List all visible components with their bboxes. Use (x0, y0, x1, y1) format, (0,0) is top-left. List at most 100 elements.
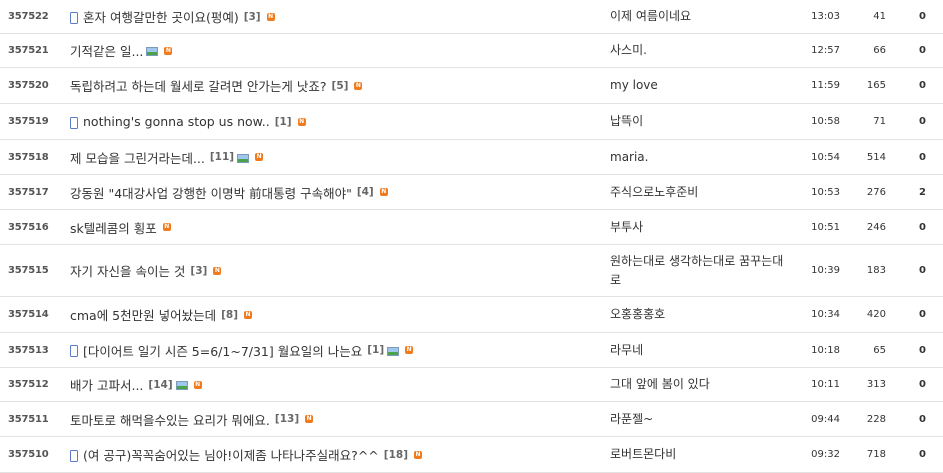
post-title-cell: 혼자 여행갈만한 곳이요(펑예) [3] N (70, 0, 595, 33)
comment-count[interactable]: [8] (221, 309, 238, 321)
post-time: 10:11 (811, 379, 840, 390)
mobile-phone-icon (70, 11, 78, 24)
recommend-count: 0 (919, 413, 926, 425)
view-count: 514 (866, 151, 886, 163)
view-count: 183 (866, 265, 886, 276)
post-writer[interactable]: maria. (610, 140, 790, 174)
post-row: 357513 [다이어트 일기 시즌 5=6/1~7/31] 월요일의 나는요 [1… (0, 333, 943, 368)
new-post-icon: N (405, 346, 414, 354)
new-post-icon: N (244, 310, 253, 319)
post-writer[interactable]: 납뜩이 (610, 104, 790, 139)
comment-count[interactable]: [1] (367, 344, 384, 356)
view-count: 718 (866, 449, 886, 460)
post-row: 357520 독립하려고 하는데 월세로 갈려면 안가는게 낫죠? [5] Nmy l… (0, 68, 943, 104)
post-number: 357512 (8, 379, 49, 390)
post-writer[interactable]: 원하는대로 생각하는대로 꿈꾸는대로 (610, 245, 790, 296)
post-writer[interactable]: my love (610, 68, 790, 103)
recommend-count: 0 (919, 151, 926, 163)
mobile-phone-icon (70, 345, 78, 357)
recommend-count: 0 (919, 11, 926, 22)
recommend-count: 0 (919, 309, 926, 320)
comment-count[interactable]: [13] (275, 413, 299, 425)
post-row: 357516 sk텔레콤의 횡포 N 부투사 10:51 246 0 (0, 210, 943, 245)
post-writer[interactable]: 이제 여름이네요 (610, 0, 790, 33)
post-title-cell: 제 모습을 그린거라는데... [11] N (70, 140, 595, 174)
new-post-icon: N (164, 46, 173, 55)
post-row: 357512 배가 고파서... [14] N 그대 앞에 봄이 있다 10:11 313 0 (0, 368, 943, 402)
new-post-icon: N (213, 266, 222, 275)
comment-count[interactable]: [11] (210, 151, 234, 163)
new-post-icon: N (414, 450, 422, 459)
comment-count[interactable]: [4] (357, 186, 374, 198)
post-number: 357510 (8, 449, 49, 460)
post-writer[interactable]: 오홍홍홍호 (610, 297, 790, 332)
post-title-link[interactable]: 자기 자신을 속이는 것 (70, 261, 185, 280)
image-attachment-icon (387, 346, 400, 356)
post-title-link[interactable]: 토마토로 해먹을수있는 요리가 뭐에요. (70, 410, 270, 429)
recommend-count: 0 (919, 449, 926, 460)
post-row: 357521 기적같은 일... N 사스미. 12:57 66 0 (0, 34, 943, 68)
new-post-icon: N (162, 223, 171, 231)
comment-count[interactable]: [18] (384, 449, 408, 461)
post-writer[interactable]: 로버트몬다비 (610, 437, 790, 472)
view-count: 313 (866, 379, 886, 390)
comment-count[interactable]: [3] (190, 265, 207, 277)
recommend-count: 0 (919, 80, 926, 91)
post-time: 10:39 (811, 265, 840, 276)
post-title-link[interactable]: 배가 고파서... (70, 375, 143, 394)
post-title-cell: cma에 5천만원 넣어놨는데 [8] N (70, 297, 595, 332)
post-time: 12:57 (811, 45, 840, 56)
view-count: 41 (873, 11, 886, 22)
recommend-count: 2 (919, 186, 926, 198)
post-title-cell: 자기 자신을 속이는 것 [3] N (70, 245, 595, 296)
post-title-link[interactable]: (여 공구)꼭꼭숨어있는 님아!이제좀 나타나주실래요?^^ (83, 445, 379, 464)
post-writer[interactable]: 사스미. (610, 34, 790, 67)
post-title-cell: [다이어트 일기 시즌 5=6/1~7/31] 월요일의 나는요 [1] N (70, 333, 595, 367)
comment-count[interactable]: [5] (332, 80, 349, 92)
post-time: 09:44 (811, 413, 840, 425)
post-writer[interactable]: 그대 앞에 봄이 있다 (610, 368, 790, 401)
post-title-link[interactable]: 혼자 여행갈만한 곳이요(펑예) (83, 7, 239, 26)
post-title-link[interactable]: nothing's gonna stop us now.. (83, 114, 270, 129)
image-attachment-icon (175, 381, 188, 390)
comment-count[interactable]: [14] (148, 379, 172, 391)
comment-count[interactable]: [3] (244, 11, 261, 23)
post-title-link[interactable]: cma에 5천만원 넣어놨는데 (70, 305, 216, 324)
recommend-count: 0 (919, 116, 926, 127)
post-title-link[interactable]: 기적같은 일... (70, 41, 143, 60)
post-title-link[interactable]: [다이어트 일기 시즌 5=6/1~7/31] 월요일의 나는요 (83, 341, 362, 360)
post-title-link[interactable]: sk텔레콤의 횡포 (70, 218, 157, 237)
post-time: 10:51 (811, 221, 840, 233)
view-count: 246 (866, 221, 886, 233)
comment-count[interactable]: [1] (275, 116, 292, 128)
post-number: 357520 (8, 80, 49, 91)
view-count: 165 (866, 80, 886, 91)
post-number: 357519 (8, 116, 49, 127)
post-writer[interactable]: 주식으로노후준비 (610, 175, 790, 209)
recommend-count: 0 (919, 265, 926, 276)
post-number: 357517 (8, 186, 49, 198)
new-post-icon: N (297, 117, 306, 126)
post-time: 10:34 (811, 309, 840, 320)
post-row: 357522 혼자 여행갈만한 곳이요(펑예) [3] N 이제 여름이네요 13:03 4… (0, 0, 943, 34)
post-title-link[interactable]: 제 모습을 그린거라는데... (70, 148, 205, 167)
post-writer[interactable]: 라푼젤~ (610, 402, 790, 436)
post-time: 10:53 (811, 186, 840, 198)
post-number: 357518 (8, 151, 49, 163)
post-writer[interactable]: 라무네 (610, 333, 790, 367)
post-title-link[interactable]: 독립하려고 하는데 월세로 갈려면 안가는게 낫죠? (70, 76, 327, 95)
post-writer[interactable]: 부투사 (610, 210, 790, 244)
new-post-icon: N (379, 188, 388, 196)
post-title-cell: (여 공구)꼭꼭숨어있는 님아!이제좀 나타나주실래요?^^ [18] N (70, 437, 595, 472)
new-post-icon: N (255, 153, 264, 161)
view-count: 66 (873, 45, 886, 56)
new-post-icon: N (354, 81, 363, 90)
view-count: 276 (866, 186, 886, 198)
post-title-cell: 배가 고파서... [14] N (70, 368, 595, 401)
post-title-cell: 독립하려고 하는데 월세로 갈려면 안가는게 낫죠? [5] N (70, 68, 595, 103)
post-number: 357514 (8, 309, 49, 320)
post-time: 10:18 (811, 344, 840, 356)
view-count: 420 (866, 309, 886, 320)
post-title-link[interactable]: 강동원 "4대강사업 강행한 이명박 前대통령 구속해야" (70, 183, 352, 202)
post-number: 357515 (8, 265, 49, 276)
